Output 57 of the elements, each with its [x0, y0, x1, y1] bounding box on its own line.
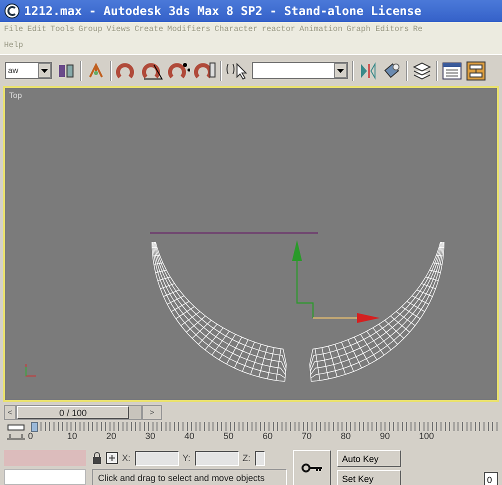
menu-item[interactable]: Animation [297, 22, 345, 38]
menu-item[interactable]: reactor [260, 22, 298, 38]
frame-tick-label: 20 [106, 431, 118, 441]
dropdown-arrow-icon [41, 68, 48, 72]
viewport-label: Top [9, 91, 22, 100]
track-bar-toggle-icon[interactable] [4, 422, 28, 442]
menu-item[interactable]: Views [104, 22, 132, 38]
menu-item[interactable]: Tools [48, 22, 76, 38]
window-title: 1212.max - Autodesk 3ds Max 8 SP2 - Stand-alone License [24, 4, 422, 18]
key-icon[interactable] [301, 463, 323, 473]
selection-filter-dropdown[interactable]: aw [5, 62, 52, 79]
frame-tick-label: 10 [67, 431, 78, 441]
frame-tick-label: 30 [145, 431, 156, 441]
layers-icon[interactable] [412, 60, 432, 80]
named-selection-cursor-icon[interactable] [226, 60, 248, 80]
frame-tick-label: 100 [418, 431, 435, 441]
frame-tick-label: 80 [340, 431, 352, 441]
coordinate-field[interactable] [254, 450, 265, 466]
schematic-view-icon[interactable] [466, 60, 486, 80]
curve-editor-icon[interactable] [442, 60, 462, 80]
coordinate-label: Z: [242, 453, 251, 464]
frame-tick-label: 40 [184, 431, 196, 441]
auto-key-button[interactable]: Auto Key [337, 450, 401, 467]
menu-item[interactable]: Modifiers [165, 22, 212, 38]
frame-tick-label: 50 [223, 431, 234, 441]
previous-frame-button[interactable]: < [4, 405, 16, 420]
status-prompt: Click and drag to select and move objects [92, 468, 287, 485]
set-key-button[interactable]: Set Key [337, 470, 401, 485]
menu-item[interactable]: Create [132, 22, 166, 38]
menu-item[interactable]: Help [2, 38, 500, 54]
frame-tick-label: 0 [28, 431, 34, 441]
coordinate-field[interactable] [194, 450, 239, 466]
coordinate-field[interactable] [134, 450, 179, 466]
coordinate-label: Y: [182, 453, 191, 464]
coordinate-label: X: [122, 453, 131, 464]
frame-tick-label: 90 [380, 431, 391, 441]
menu-item[interactable]: Re [410, 22, 425, 38]
lock-icon[interactable] [92, 452, 102, 464]
named-selection-dropdown[interactable] [252, 62, 348, 79]
menu-item[interactable]: Edit [25, 22, 48, 38]
menu-item[interactable]: Group [76, 22, 104, 38]
time-slider-thumb[interactable]: 0 / 100 [17, 406, 129, 419]
next-frame-button[interactable]: > [142, 405, 162, 420]
frame-tick-label: 60 [262, 431, 274, 441]
dropdown-arrow-icon [337, 68, 344, 72]
spinner-snap-icon[interactable] [194, 60, 216, 80]
menu-item[interactable]: Character [212, 22, 260, 38]
script-output-field[interactable] [4, 469, 86, 485]
menu-item[interactable]: File [2, 22, 26, 38]
absolute-mode-icon[interactable] [106, 452, 118, 464]
app-logo-icon [4, 3, 20, 19]
frame-tick-label: 70 [302, 431, 313, 441]
menu-item[interactable]: Graph Editors [344, 22, 411, 38]
percent-snap-icon[interactable] [168, 60, 190, 80]
angle-snap-icon[interactable] [142, 60, 164, 80]
axis-tripod-icon [23, 363, 37, 379]
current-frame-field[interactable]: 0 [484, 472, 498, 485]
